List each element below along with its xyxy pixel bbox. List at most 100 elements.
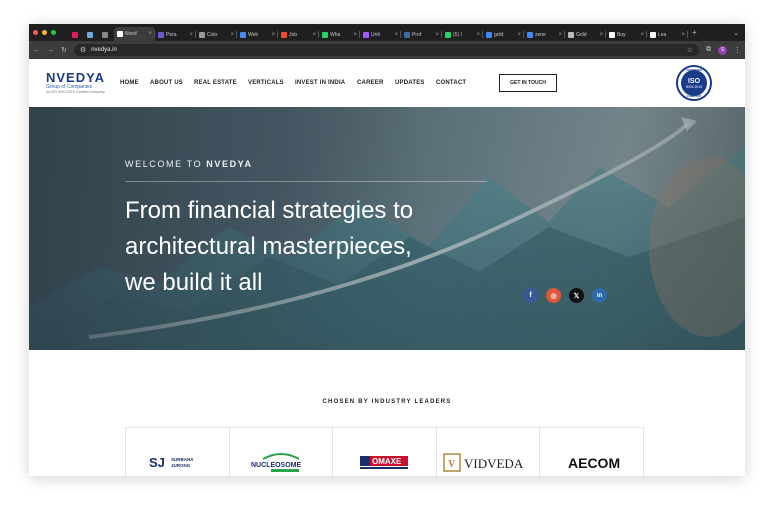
browser-tab[interactable] (69, 28, 84, 41)
figma-icon (281, 31, 287, 38)
a-icon (102, 31, 108, 38)
browser-tab[interactable] (84, 28, 99, 41)
close-tab-icon[interactable]: × (394, 32, 398, 38)
browser-tab[interactable]: Buy × (606, 28, 647, 41)
close-tab-icon[interactable]: × (189, 32, 193, 38)
whatsapp-icon (445, 31, 451, 38)
page-icon (650, 31, 656, 38)
forward-button[interactable]: → (47, 47, 54, 54)
nav-verticals[interactable]: VERTICALS (248, 80, 295, 86)
hero-headline: From financial strategies to architectur… (125, 193, 505, 301)
tab-title: Nved (125, 31, 137, 37)
nvedya-logo[interactable]: NVEDYA Group of Companies An ISO 9001:20… (46, 71, 105, 94)
minimize-window-button[interactable] (42, 30, 47, 35)
main-nav: HOME ABOUT US REAL ESTATE VERTICALS INVE… (120, 80, 476, 86)
hero-headline-line-1: From financial strategies to (125, 197, 414, 224)
get-in-touch-button[interactable]: GET IN TOUCH (499, 74, 557, 92)
nav-updates[interactable]: UPDATES (395, 80, 436, 86)
extensions-icon[interactable]: ⧉ (706, 46, 711, 54)
back-button[interactable]: ← (33, 47, 40, 54)
website: NVEDYA Group of Companies An ISO 9001:20… (29, 59, 745, 476)
linkedin-icon[interactable]: in (592, 288, 607, 303)
clients-section: CHOSEN BY INDUSTRY LEADERS SJ SURBANA JU… (29, 350, 745, 476)
browser-tab[interactable]: Lea × (647, 28, 688, 41)
welcome-prefix: WELCOME TO (125, 159, 207, 169)
close-tab-icon[interactable]: × (517, 32, 521, 38)
browser-tab[interactable]: zene × (524, 28, 565, 41)
pera-icon (158, 31, 164, 38)
browser-tab[interactable] (99, 28, 114, 41)
bookmark-star-icon[interactable]: ☆ (687, 46, 693, 54)
nav-contact[interactable]: CONTACT (436, 80, 476, 86)
nav-home[interactable]: HOME (120, 80, 150, 86)
close-tab-icon[interactable]: × (435, 32, 439, 38)
globe-icon (199, 31, 205, 38)
browser-tab[interactable]: Gold × (565, 28, 606, 41)
iso-badge-title: ISO (687, 77, 701, 85)
address-bar[interactable]: ⚙ nvedya.in ☆ (73, 44, 699, 56)
svg-text:VIDVEDA: VIDVEDA (464, 456, 524, 471)
nav-real-estate[interactable]: REAL ESTATE (194, 80, 248, 86)
tab-title: Unti (371, 31, 380, 38)
welcome-brand: NVEDYA (206, 159, 253, 169)
svg-text:NUCLEOSOME: NUCLEOSOME (251, 462, 302, 469)
browser-tab[interactable]: (5) I × (442, 28, 483, 41)
close-tab-icon[interactable]: × (476, 32, 480, 38)
close-tab-icon[interactable]: × (230, 32, 234, 38)
browser-tab[interactable]: Wha × (319, 28, 360, 41)
tab-search-icon[interactable]: ⌄ (733, 29, 745, 37)
browser-tab[interactable]: Unti × (360, 28, 401, 41)
tab-title: Wha (330, 31, 341, 38)
hero-divider (125, 181, 487, 182)
nav-career[interactable]: CAREER (357, 80, 395, 86)
tab-title: Gold (576, 31, 587, 38)
site-info-icon[interactable]: ⚙ (80, 46, 86, 54)
browser-tab[interactable]: Colo × (196, 28, 237, 41)
browser-tab[interactable]: Nved × (114, 27, 155, 41)
tab-separator (687, 31, 688, 38)
svg-text:SURBANA: SURBANA (171, 457, 194, 462)
browser-tab[interactable]: gold × (483, 28, 524, 41)
browser-tab[interactable]: Web × (237, 28, 278, 41)
browser-tab[interactable]: Pera × (155, 28, 196, 41)
tab-title: Job (289, 31, 298, 38)
client-logo-aecom: AECOM (540, 428, 643, 476)
facebook-icon[interactable]: f (523, 288, 538, 303)
new-tab-button[interactable]: + (692, 28, 697, 37)
browser-menu-icon[interactable]: ⋮ (734, 46, 741, 54)
maximize-window-button[interactable] (51, 30, 56, 35)
nav-about-us[interactable]: ABOUT US (150, 80, 194, 86)
close-tab-icon[interactable]: × (558, 32, 562, 38)
browser-toolbar: ← → ↻ ⚙ nvedya.in ☆ ⧉ S ⋮ (29, 41, 745, 59)
clients-heading: CHOSEN BY INDUSTRY LEADERS (322, 399, 452, 405)
nav-invest-in-india[interactable]: INVEST IN INDIA (295, 80, 357, 86)
svg-text:SJ: SJ (149, 455, 165, 470)
welcome-text: WELCOME TO NVEDYA (125, 159, 253, 169)
close-tab-icon[interactable]: × (681, 32, 685, 38)
profile-avatar[interactable]: S (718, 45, 727, 55)
close-tab-icon[interactable]: × (312, 32, 316, 38)
tab-title: Colo (207, 31, 218, 38)
figma-icon (363, 31, 369, 38)
window-controls (29, 30, 69, 35)
close-tab-icon[interactable]: × (640, 32, 644, 38)
close-tab-icon[interactable]: × (599, 32, 603, 38)
close-tab-icon[interactable]: × (148, 31, 152, 37)
tab-title: (5) I (453, 31, 462, 38)
tab-title: Lea (658, 31, 667, 38)
hero-section: WELCOME TO NVEDYA From financial strateg… (29, 107, 745, 350)
close-tab-icon[interactable]: × (353, 32, 357, 38)
close-tab-icon[interactable]: × (271, 32, 275, 38)
client-logo-surbana-jurong: SJ SURBANA JURONG (126, 428, 230, 476)
google-icon (527, 31, 533, 38)
tab-title: Web (248, 31, 259, 38)
iso-badge-number: 9001:2015 (685, 84, 703, 89)
shield-icon (404, 31, 410, 38)
browser-tab[interactable]: Prof × (401, 28, 442, 41)
x-icon[interactable]: 𝕏 (569, 288, 584, 303)
instagram-icon[interactable]: ◎ (546, 288, 561, 303)
logo-tagline: An ISO 9001:2015 Certified Company (46, 90, 105, 94)
close-window-button[interactable] (33, 30, 38, 35)
reload-button[interactable]: ↻ (61, 46, 67, 54)
browser-tab[interactable]: Job × (278, 28, 319, 41)
